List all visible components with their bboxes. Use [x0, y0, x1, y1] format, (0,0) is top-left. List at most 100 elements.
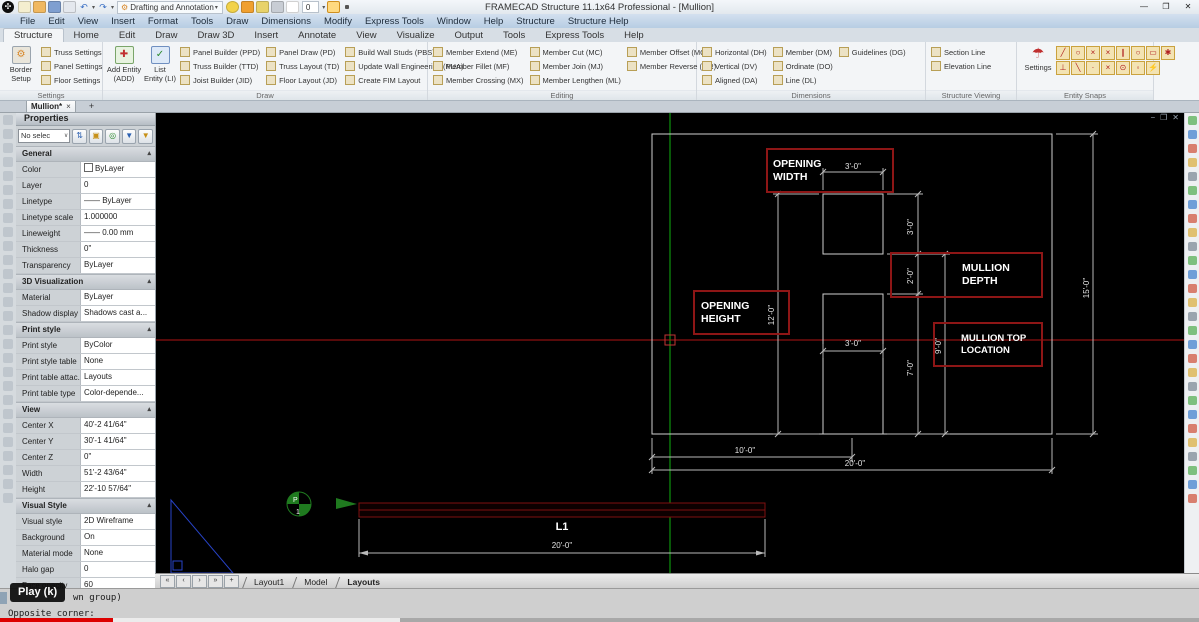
- snap-icon[interactable]: ✱: [1161, 46, 1175, 60]
- toolbar-highlighted-icon[interactable]: [327, 1, 341, 13]
- ribbon-button[interactable]: Section Line: [929, 45, 995, 59]
- snap-icon[interactable]: ×: [1101, 46, 1115, 60]
- mdi-minimize-icon[interactable]: −: [1150, 113, 1155, 122]
- ribbon-button[interactable]: Panel Draw (PD): [264, 45, 343, 59]
- ribbon-button[interactable]: Truss Layout (TD): [264, 59, 343, 73]
- toggle-pickadd-icon[interactable]: ⇅: [72, 128, 87, 144]
- last-layout-icon[interactable]: »: [208, 575, 223, 588]
- first-layout-icon[interactable]: «: [160, 575, 175, 588]
- property-value[interactable]: ByLayer: [80, 258, 155, 273]
- ribbon-button[interactable]: Aligned (DA): [700, 73, 771, 87]
- menu-item[interactable]: Tools: [191, 16, 213, 27]
- snap-icon[interactable]: ×: [1086, 46, 1100, 60]
- open-file-icon[interactable]: [33, 1, 46, 13]
- property-value[interactable]: Color-depende...: [80, 386, 155, 401]
- new-file-icon[interactable]: [18, 1, 31, 13]
- property-row[interactable]: Center Y 30'-1 41/64": [16, 434, 155, 450]
- ribbon-tab[interactable]: View: [346, 29, 386, 42]
- property-value[interactable]: 0: [80, 178, 155, 193]
- prev-layout-icon[interactable]: ‹: [176, 575, 191, 588]
- property-value[interactable]: On: [80, 530, 155, 545]
- section-header-view[interactable]: View: [16, 402, 155, 418]
- toolbar-more-icon[interactable]: [345, 5, 350, 9]
- ribbon-button[interactable]: Floor Settings: [39, 73, 106, 87]
- menu-item[interactable]: Edit: [48, 16, 64, 27]
- plot-icon[interactable]: [63, 1, 76, 13]
- property-row[interactable]: Thickness 0": [16, 242, 155, 258]
- sun-icon[interactable]: [240, 1, 254, 13]
- property-row[interactable]: Print table attac... Layouts: [16, 370, 155, 386]
- ribbon-button[interactable]: Member Fillet (MF): [431, 59, 528, 73]
- ribbon-button[interactable]: Guidelines (DG): [837, 45, 910, 59]
- ribbon-tab[interactable]: Annotate: [288, 29, 346, 42]
- layer-selector[interactable]: 0: [301, 1, 320, 13]
- ribbon-button[interactable]: Vertical (DV): [700, 59, 771, 73]
- next-layout-icon[interactable]: ›: [192, 575, 207, 588]
- tab-structure[interactable]: Structure: [3, 28, 64, 42]
- layer-dropdown-icon[interactable]: ▾: [322, 4, 325, 11]
- restore-button[interactable]: ❐: [1155, 0, 1177, 14]
- property-value[interactable]: 22'-10 57/64": [80, 482, 155, 497]
- video-progress-buffered[interactable]: [113, 618, 400, 622]
- ribbon-button[interactable]: Line (DL): [771, 73, 837, 87]
- property-value[interactable]: 40'-2 41/64": [80, 418, 155, 433]
- property-row[interactable]: Print table type Color-depende...: [16, 386, 155, 402]
- ribbon-tab[interactable]: Draw 3D: [187, 29, 244, 42]
- property-row[interactable]: Halo gap 0: [16, 562, 155, 578]
- property-value[interactable]: Shadows cast a...: [80, 306, 155, 321]
- property-row[interactable]: Transparency ByLayer: [16, 258, 155, 274]
- ribbon-tab[interactable]: Edit: [109, 29, 145, 42]
- property-value[interactable]: 1.000000: [80, 210, 155, 225]
- property-value[interactable]: Layouts: [80, 370, 155, 385]
- right-toolbar[interactable]: [1184, 112, 1199, 577]
- snap-icon[interactable]: ▭: [1146, 46, 1160, 60]
- snap-icon[interactable]: ·: [1086, 61, 1100, 75]
- ribbon-tab[interactable]: Output: [444, 29, 493, 42]
- ribbon-tab[interactable]: Insert: [244, 29, 288, 42]
- layout-tab[interactable]: Layouts: [337, 575, 390, 589]
- video-progress-track[interactable]: [400, 618, 1199, 622]
- property-row[interactable]: Height 22'-10 57/64": [16, 482, 155, 498]
- property-row[interactable]: Shadow display Shadows cast a...: [16, 306, 155, 322]
- menu-item[interactable]: Help: [484, 16, 504, 27]
- property-value[interactable]: 30'-1 41/64": [80, 434, 155, 449]
- section-header-visual-style[interactable]: Visual Style: [16, 498, 155, 514]
- color-swatch-icon[interactable]: [285, 1, 299, 13]
- menu-item[interactable]: Window: [437, 16, 471, 27]
- property-value[interactable]: —— ByLayer: [80, 194, 155, 209]
- ribbon-button[interactable]: Member (DM): [771, 45, 837, 59]
- property-row[interactable]: Print style ByColor: [16, 338, 155, 354]
- ribbon-button[interactable]: Member Lengthen (ML): [528, 73, 625, 87]
- property-value[interactable]: 0: [80, 562, 155, 577]
- property-row[interactable]: Linetype scale 1.000000: [16, 210, 155, 226]
- menu-item[interactable]: View: [78, 16, 98, 27]
- ribbon-button[interactable]: Member Extend (ME): [431, 45, 528, 59]
- new-layout-icon[interactable]: +: [224, 575, 239, 588]
- property-row[interactable]: Layer 0: [16, 178, 155, 194]
- property-row[interactable]: Linetype —— ByLayer: [16, 194, 155, 210]
- ribbon-tab[interactable]: Visualize: [387, 29, 445, 42]
- snap-icon[interactable]: ⚡: [1146, 61, 1160, 75]
- property-value[interactable]: —— 0.00 mm: [80, 226, 155, 241]
- ribbon-button[interactable]: Member Crossing (MX): [431, 73, 528, 87]
- menu-item[interactable]: Express Tools: [365, 16, 424, 27]
- command-line-area[interactable]: wn group) Opposite corner: Play (k): [0, 583, 1199, 622]
- ribbon-button[interactable]: Elevation Line: [929, 59, 995, 73]
- ribbon-button[interactable]: Member Cut (MC): [528, 45, 625, 59]
- property-row[interactable]: Center Z 0": [16, 450, 155, 466]
- property-row[interactable]: Background On: [16, 530, 155, 546]
- document-tab-mullion[interactable]: Mullion* ×: [26, 100, 76, 112]
- left-toolbar[interactable]: [0, 112, 17, 588]
- lamp-icon[interactable]: [225, 1, 239, 13]
- ribbon-button[interactable]: Panel Settings: [39, 59, 106, 73]
- ribbon-button[interactable]: Member Join (MJ): [528, 59, 625, 73]
- snap-icon[interactable]: ╱: [1056, 46, 1070, 60]
- add-entity-button[interactable]: ✚ Add Entity (ADD): [106, 44, 142, 83]
- snap-icon[interactable]: ╲: [1071, 61, 1085, 75]
- layers-icon[interactable]: [255, 1, 269, 13]
- ribbon-button[interactable]: Floor Layout (JD): [264, 73, 343, 87]
- snap-icon[interactable]: ⊥: [1056, 61, 1070, 75]
- section-header-general[interactable]: General: [16, 146, 155, 162]
- close-document-icon[interactable]: ×: [66, 101, 71, 112]
- ribbon-button[interactable]: Truss Builder (TTD): [178, 59, 264, 73]
